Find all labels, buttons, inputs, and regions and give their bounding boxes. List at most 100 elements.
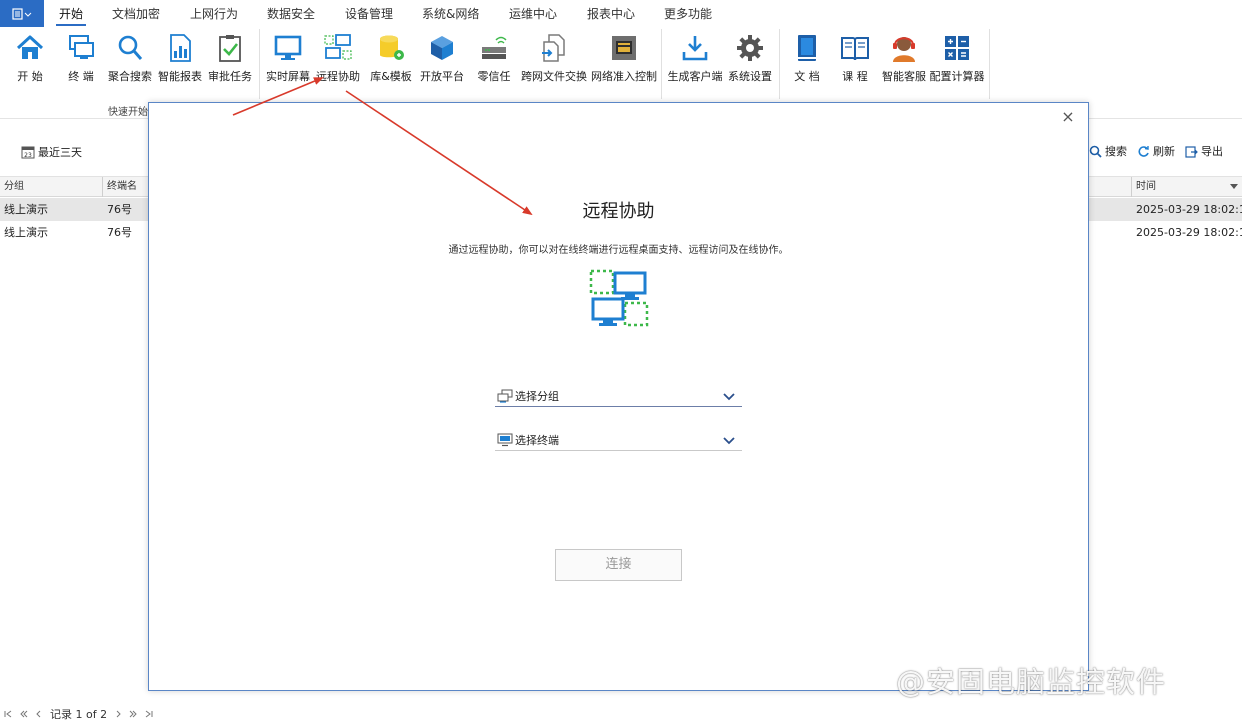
ribbon-label: 开放平台 [420, 70, 464, 83]
ribbon-open-platform-button[interactable]: 开放平台 [420, 31, 464, 83]
ribbon-label: 智能报表 [158, 70, 202, 83]
last-page-icon[interactable] [145, 710, 153, 718]
column-header-group[interactable]: 分组 [0, 177, 24, 197]
column-header-time[interactable]: 时间 [1131, 177, 1242, 197]
report-icon [170, 34, 191, 62]
terminal-icon [497, 433, 513, 446]
tab-device-management[interactable]: 设备管理 [345, 0, 393, 27]
cell-time: 2025-03-29 18:02:13 [1136, 226, 1242, 239]
ribbon-label: 生成客户端 [667, 70, 723, 83]
ribbon-label: 配置计算器 [929, 70, 985, 83]
sort-down-icon [1230, 184, 1238, 189]
ribbon-group-label: 快速开始 [108, 107, 148, 118]
ribbon-label: 系统设置 [728, 70, 772, 83]
refresh-label: 刷新 [1153, 145, 1175, 158]
ribbon-remote-assist-button[interactable]: 远程协助 [316, 31, 360, 83]
tab-more-features[interactable]: 更多功能 [664, 0, 712, 27]
cell-time: 2025-03-29 18:02:13 [1136, 203, 1242, 216]
cell-terminal: 76号 [107, 203, 132, 216]
tab-system-network[interactable]: 系统&网络 [422, 0, 479, 27]
ribbon-zero-trust-button[interactable]: 零信任 [473, 31, 515, 83]
ribbon-report-button[interactable]: 智能报表 [158, 31, 202, 83]
table-actions: 搜索 刷新 导出 [1089, 143, 1223, 159]
previous-icon[interactable] [36, 710, 42, 718]
export-label: 导出 [1201, 145, 1223, 158]
tab-ops-center[interactable]: 运维中心 [509, 0, 557, 27]
ribbon-label: 智能客服 [882, 70, 926, 83]
cell-terminal: 76号 [107, 226, 132, 239]
first-page-icon[interactable] [4, 710, 12, 718]
document-icon [798, 35, 816, 61]
ribbon-terminal-button[interactable]: 终 端 [61, 31, 101, 83]
export-icon [1185, 145, 1198, 158]
cube-icon [431, 36, 453, 60]
file-exchange-icon [542, 34, 565, 62]
ribbon-realtime-screen-button[interactable]: 实时屏幕 [266, 31, 310, 83]
cell-group: 线上演示 [4, 203, 48, 216]
network-access-icon [612, 36, 636, 60]
home-icon [16, 35, 44, 59]
next-page-icon[interactable] [129, 710, 137, 718]
terminal-select[interactable]: 选择终端 [495, 429, 742, 451]
ribbon-courses-button[interactable]: 课 程 [835, 31, 875, 83]
ribbon-separator [989, 29, 990, 99]
app-menu-button[interactable] [0, 0, 44, 27]
ribbon-label: 零信任 [477, 70, 511, 83]
search-button[interactable]: 搜索 [1089, 143, 1127, 159]
ribbon-file-exchange-button[interactable]: 跨网文件交换 [521, 31, 587, 83]
router-icon [482, 36, 507, 59]
pager: 记录 1 of 2 [4, 706, 153, 722]
next-icon[interactable] [115, 710, 121, 718]
ribbon-documents-button[interactable]: 文 档 [787, 31, 827, 83]
column-header-terminal[interactable]: 终端名 [102, 177, 137, 197]
terminal-select-text: 选择终端 [515, 433, 559, 447]
ribbon-label: 实时屏幕 [266, 70, 310, 83]
cell-group: 线上演示 [4, 226, 48, 239]
tab-doc-encryption[interactable]: 文档加密 [112, 0, 160, 27]
ribbon-network-access-button[interactable]: 网络准入控制 [591, 31, 657, 83]
tab-report-center[interactable]: 报表中心 [587, 0, 635, 27]
database-icon [380, 35, 404, 60]
terminal-icon [69, 35, 94, 59]
calculator-icon [945, 36, 969, 60]
svg-text:23: 23 [24, 152, 32, 159]
book-icon [841, 37, 869, 61]
ribbon-label: 文 档 [794, 70, 820, 83]
close-icon[interactable]: × [1060, 109, 1076, 125]
app-menu-icon [12, 7, 32, 20]
calendar-icon: 23 [21, 146, 35, 159]
dialog-title: 远程协助 [582, 201, 655, 222]
chevron-down-icon [723, 436, 735, 444]
ribbon-label: 网络准入控制 [591, 70, 657, 83]
date-filter-button[interactable]: 23 最近三天 [21, 144, 82, 160]
ribbon-approval-button[interactable]: 审批任务 [208, 31, 252, 83]
remote-assist-icon [324, 34, 352, 60]
search-label: 搜索 [1105, 145, 1127, 158]
ribbon-system-settings-button[interactable]: 系统设置 [728, 31, 772, 83]
ribbon-label: 审批任务 [208, 70, 252, 83]
ribbon-smart-service-button[interactable]: 智能客服 [882, 31, 926, 83]
remote-assist-icon [589, 269, 649, 327]
ribbon-config-calculator-button[interactable]: 配置计算器 [930, 31, 985, 83]
ribbon-search-button[interactable]: 聚合搜索 [108, 31, 152, 83]
previous-page-icon[interactable] [20, 710, 28, 718]
group-select[interactable]: 选择分组 [495, 385, 742, 407]
pager-text: 记录 1 of 2 [50, 708, 108, 721]
group-select-text: 选择分组 [515, 389, 559, 403]
export-button[interactable]: 导出 [1185, 143, 1223, 159]
gear-icon [737, 35, 763, 61]
connect-button[interactable]: 连接 [555, 549, 682, 581]
tab-data-security[interactable]: 数据安全 [267, 0, 315, 27]
watermark: @安固电脑监控软件 [896, 665, 1167, 699]
ribbon-start-button[interactable]: 开 始 [10, 31, 50, 83]
ribbon-generate-client-button[interactable]: 生成客户端 [668, 31, 723, 83]
tab-internet-behavior[interactable]: 上网行为 [190, 0, 238, 27]
tab-start[interactable]: 开始 [55, 0, 87, 27]
ribbon-library-template-button[interactable]: 库&模板 [370, 31, 412, 83]
ribbon-label: 聚合搜索 [108, 70, 152, 83]
search-icon [118, 35, 143, 60]
approval-icon [219, 35, 241, 62]
ribbon-label: 远程协助 [316, 70, 360, 83]
refresh-button[interactable]: 刷新 [1137, 143, 1175, 159]
headset-icon [893, 37, 915, 62]
